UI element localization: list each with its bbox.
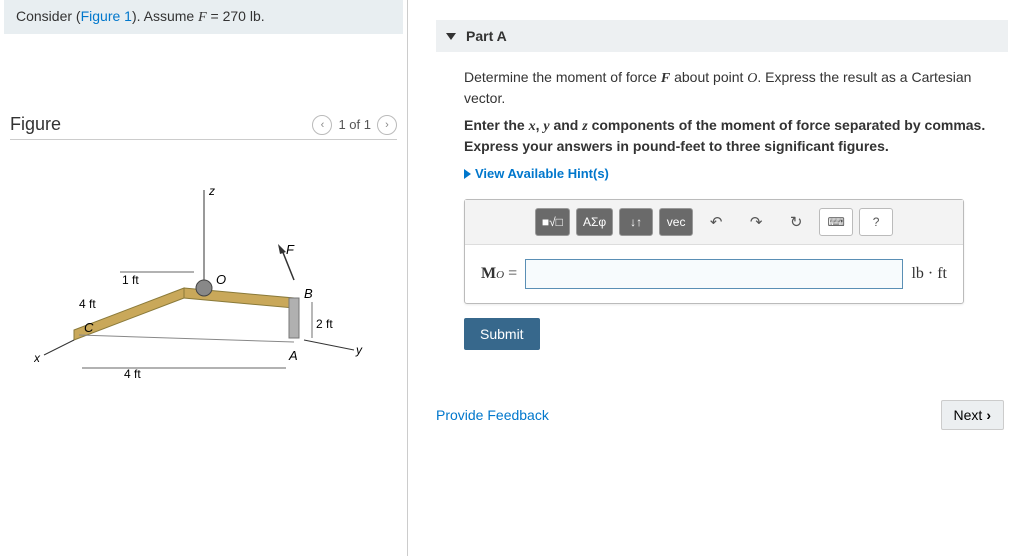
greek-button[interactable]: ΑΣφ — [576, 208, 613, 236]
help-button[interactable]: ? — [859, 208, 893, 236]
variable-F: F — [198, 10, 207, 25]
text: ). Assume — [132, 8, 198, 24]
next-label: Next — [954, 407, 983, 423]
svg-text:1 ft: 1 ft — [122, 273, 139, 287]
figure-next-button[interactable]: › — [377, 115, 397, 135]
answer-input[interactable] — [525, 259, 903, 289]
part-title: Part A — [466, 28, 507, 44]
svg-text:B: B — [304, 286, 313, 301]
caret-down-icon — [446, 33, 456, 40]
view-hints-link[interactable]: View Available Hint(s) — [464, 166, 1004, 181]
svg-text:4 ft: 4 ft — [124, 367, 141, 381]
svg-text:O: O — [216, 272, 226, 287]
svg-text:z: z — [208, 184, 215, 198]
figure-counter: 1 of 1 — [338, 117, 371, 132]
figure-link[interactable]: Figure 1 — [81, 8, 132, 24]
redo-button[interactable]: ↷ — [739, 208, 773, 236]
figure-prev-button[interactable]: ‹ — [312, 115, 332, 135]
instruction-primary: Determine the moment of force F about po… — [464, 68, 1004, 108]
hints-label: View Available Hint(s) — [475, 166, 609, 181]
svg-text:y: y — [355, 343, 363, 357]
text: = 270 lb. — [207, 8, 265, 24]
undo-button[interactable]: ↶ — [699, 208, 733, 236]
submit-button[interactable]: Submit — [464, 318, 540, 350]
vec-button[interactable]: vec — [659, 208, 693, 236]
figure-title: Figure — [10, 114, 61, 135]
svg-text:4 ft: 4 ft — [79, 297, 96, 311]
reset-button[interactable]: ↻ — [779, 208, 813, 236]
answer-box: ■√□ ΑΣφ ↓↑ vec ↶ ↷ ↻ ⌨ ? MO = lb · ft — [464, 199, 964, 304]
keyboard-button[interactable]: ⌨ — [819, 208, 853, 236]
svg-text:F: F — [286, 242, 295, 257]
next-button[interactable]: Next › — [941, 400, 1004, 430]
answer-variable-label: MO = — [481, 265, 517, 283]
svg-text:x: x — [34, 351, 41, 365]
problem-statement: Consider (Figure 1). Assume F = 270 lb. — [4, 0, 403, 34]
part-header[interactable]: Part A — [436, 20, 1008, 52]
svg-text:A: A — [288, 348, 298, 363]
text: Consider ( — [16, 8, 81, 24]
caret-right-icon — [464, 169, 471, 179]
answer-unit: lb · ft — [911, 265, 947, 283]
subsup-button[interactable]: ↓↑ — [619, 208, 653, 236]
equation-toolbar: ■√□ ΑΣφ ↓↑ vec ↶ ↷ ↻ ⌨ ? — [465, 200, 963, 245]
chevron-right-icon: › — [986, 407, 991, 423]
svg-text:2 ft: 2 ft — [316, 317, 333, 331]
template-button[interactable]: ■√□ — [535, 208, 570, 236]
instruction-secondary: Enter the x, y and z components of the m… — [464, 116, 1004, 156]
figure-diagram: z y x — [34, 180, 374, 400]
provide-feedback-link[interactable]: Provide Feedback — [436, 407, 549, 423]
svg-text:C: C — [84, 320, 94, 335]
